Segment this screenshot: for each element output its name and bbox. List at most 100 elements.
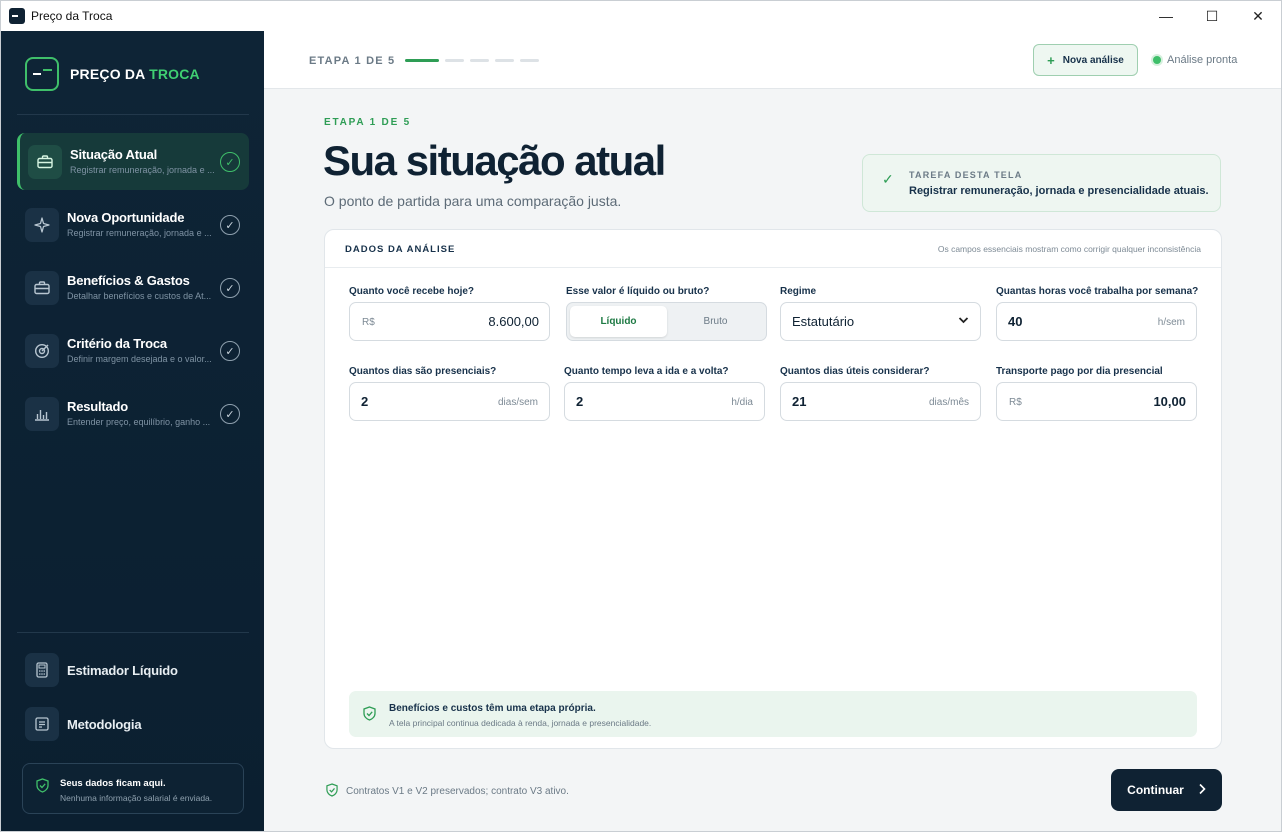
- office-days-input[interactable]: 2 dias/sem: [349, 382, 550, 421]
- maximize-button[interactable]: ☐: [1189, 1, 1235, 31]
- net-gross-toggle: Líquido Bruto: [566, 302, 767, 341]
- contracts-note-text: Contratos V1 e V2 preservados; contrato …: [346, 786, 569, 797]
- close-button[interactable]: ✕: [1235, 1, 1281, 31]
- continue-button[interactable]: Continuar: [1111, 769, 1222, 811]
- sidebar-item-description: Registrar remuneração, jornada e ...: [67, 228, 212, 238]
- hours-value: 40: [1008, 314, 1023, 329]
- bar-chart-icon: [25, 397, 59, 431]
- sidebar: PREÇO DA TROCA Situação Atual Registrar r…: [1, 31, 264, 831]
- new-analysis-button[interactable]: + Nova análise: [1033, 44, 1138, 76]
- maximize-icon: ☐: [1205, 7, 1219, 24]
- card-hint: Os campos essenciais mostram como corrig…: [937, 244, 1201, 254]
- sparkle-icon: [25, 208, 59, 242]
- sidebar-item-label: Resultado: [67, 399, 129, 414]
- step-progress: [405, 59, 539, 62]
- step-progress-segment: [445, 59, 464, 62]
- step-indicator: ETAPA 1 DE 5: [309, 55, 396, 67]
- minimize-icon: —: [1159, 8, 1173, 24]
- shield-check-icon: [326, 783, 338, 800]
- app-window: Preço da Troca — ☐ ✕ PREÇO DA TROCA Situ…: [0, 0, 1282, 832]
- work-days-unit: dias/mês: [928, 397, 969, 408]
- transport-input[interactable]: R$ 10,00: [996, 382, 1197, 421]
- sidebar-item-resultado[interactable]: Resultado Entender preço, equilíbrio, gan…: [17, 385, 249, 442]
- field-label: Quanto tempo leva a ida e a volta?: [564, 366, 729, 377]
- sidebar-item-label: Nova Oportunidade: [67, 210, 185, 225]
- plus-icon: +: [1047, 52, 1055, 68]
- hours-unit: h/sem: [1157, 317, 1185, 328]
- privacy-notice: Seus dados ficam aqui. Nenhuma informaçã…: [22, 763, 244, 814]
- hours-input[interactable]: 40 h/sem: [996, 302, 1197, 341]
- sidebar-item-description: Entender preço, equilíbrio, ganho ...: [67, 417, 211, 427]
- sidebar-item-estimador-liquido[interactable]: Estimador Líquido: [25, 653, 178, 687]
- brand-logo-icon: [25, 57, 59, 91]
- sidebar-item-description: Definir margem desejada e o valor...: [67, 354, 212, 364]
- check-icon: ✓: [220, 278, 240, 298]
- sidebar-item-label: Critério da Troca: [67, 336, 167, 351]
- title-bar: Preço da Troca — ☐ ✕: [1, 1, 1281, 31]
- main-content: ETAPA 1 DE 5 + Nova análise Análise pron…: [264, 31, 1281, 831]
- work-days-field: Quantos dias úteis considerar? 21 dias/m…: [780, 366, 981, 421]
- new-analysis-label: Nova análise: [1062, 54, 1124, 66]
- commute-input[interactable]: 2 h/dia: [564, 382, 765, 421]
- toggle-option-liquido[interactable]: Líquido: [570, 306, 667, 337]
- transport-value: 10,00: [1153, 394, 1186, 409]
- sidebar-item-situacao-atual[interactable]: Situação Atual Registrar remuneração, jor…: [17, 133, 249, 190]
- brand-name: PREÇO DA TROCA: [70, 66, 200, 82]
- sidebar-item-criterio-da-troca[interactable]: Critério da Troca Definir margem desejada…: [17, 322, 249, 379]
- office-days-value: 2: [361, 394, 369, 409]
- status-dot-icon: [1153, 56, 1161, 64]
- chevron-right-icon: [1198, 783, 1206, 798]
- sidebar-item-label: Benefícios & Gastos: [67, 273, 190, 288]
- field-label: Quantas horas você trabalha por semana?: [996, 286, 1199, 297]
- currency-prefix: R$: [362, 317, 375, 328]
- privacy-subtitle: Nenhuma informação salarial é enviada.: [60, 793, 213, 803]
- status-label: Análise pronta: [1167, 54, 1238, 66]
- sidebar-divider: [17, 114, 249, 115]
- step-progress-segment: [405, 59, 439, 62]
- sidebar-item-description: Detalhar benefícios e custos de At...: [67, 291, 212, 301]
- commute-unit: h/dia: [731, 397, 753, 408]
- salary-field: Quanto você recebe hoje? R$ 8.600,00: [349, 286, 550, 341]
- target-icon: [25, 334, 59, 368]
- work-days-value: 21: [792, 394, 807, 409]
- hours-field: Quantas horas você trabalha por semana? …: [996, 286, 1199, 341]
- analysis-data-card: DADOS DA ANÁLISE Os campos essenciais mo…: [324, 229, 1222, 749]
- analysis-status: Análise pronta: [1153, 54, 1237, 66]
- step-progress-segment: [520, 59, 539, 62]
- field-label: Quantos dias úteis considerar?: [780, 366, 930, 377]
- card-title: DADOS DA ANÁLISE: [345, 244, 456, 255]
- step-progress-segment: [470, 59, 489, 62]
- document-icon: [25, 707, 59, 741]
- briefcase-icon: [28, 145, 62, 179]
- sidebar-item-metodologia[interactable]: Metodologia: [25, 707, 142, 741]
- check-icon: ✓: [220, 215, 240, 235]
- sidebar-divider: [17, 632, 249, 633]
- close-icon: ✕: [1252, 7, 1264, 24]
- check-icon: ✓: [220, 152, 240, 172]
- app-logo-icon: [9, 8, 25, 24]
- minimize-button[interactable]: —: [1143, 1, 1189, 31]
- sidebar-item-beneficios-gastos[interactable]: Benefícios & Gastos Detalhar benefícios e…: [17, 259, 249, 316]
- calculator-icon: [25, 653, 59, 687]
- office-days-field: Quantos dias são presenciais? 2 dias/sem: [349, 366, 550, 421]
- work-days-input[interactable]: 21 dias/mês: [780, 382, 981, 421]
- field-label: Transporte pago por dia presencial: [996, 366, 1163, 377]
- info-note: Benefícios e custos têm uma etapa própri…: [349, 691, 1197, 737]
- check-icon: ✓: [882, 171, 894, 187]
- sidebar-item-label: Situação Atual: [70, 147, 158, 162]
- note-title: Benefícios e custos têm uma etapa própri…: [389, 703, 596, 714]
- step-progress-segment: [495, 59, 514, 62]
- shield-check-icon: [363, 706, 376, 724]
- sidebar-item-label: Estimador Líquido: [67, 662, 178, 678]
- sidebar-item-description: Registrar remuneração, jornada e ...: [70, 165, 215, 175]
- regime-select[interactable]: Estatutário: [780, 302, 981, 341]
- check-icon: ✓: [220, 404, 240, 424]
- toggle-option-bruto[interactable]: Bruto: [667, 306, 764, 337]
- sidebar-item-nova-oportunidade[interactable]: Nova Oportunidade Registrar remuneração, …: [17, 196, 249, 253]
- currency-prefix: R$: [1009, 397, 1022, 408]
- office-days-unit: dias/sem: [497, 397, 538, 408]
- commute-field: Quanto tempo leva a ida e a volta? 2 h/d…: [564, 366, 765, 421]
- check-icon: ✓: [220, 341, 240, 361]
- salary-input[interactable]: R$ 8.600,00: [349, 302, 550, 341]
- contracts-note: Contratos V1 e V2 preservados; contrato …: [326, 783, 569, 800]
